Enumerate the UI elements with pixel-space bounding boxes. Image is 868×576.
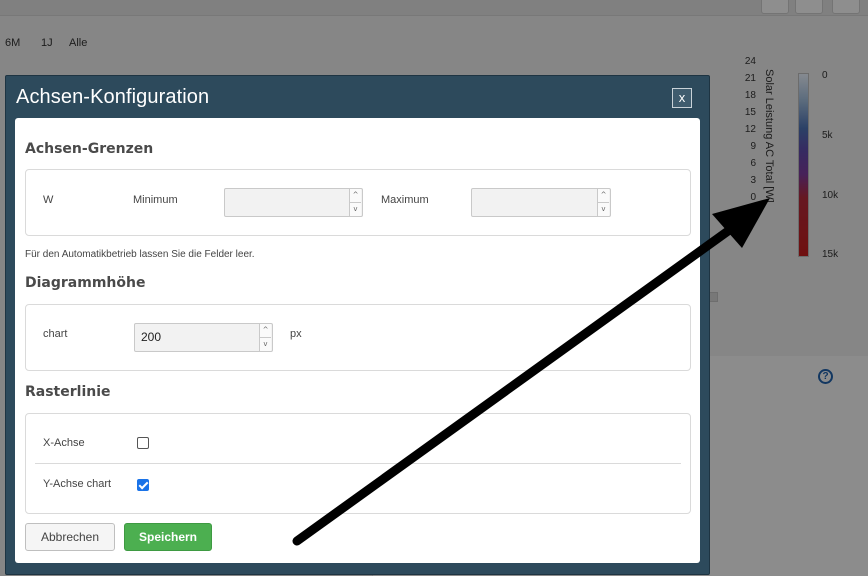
row-divider xyxy=(35,463,681,464)
auto-mode-hint: Für den Automatikbetrieb lassen Sie die … xyxy=(25,249,255,260)
x-axis-label: X-Achse xyxy=(43,437,85,449)
chart-height-stepper[interactable]: ^ v xyxy=(259,324,271,351)
gridlines-heading: Rasterlinie xyxy=(25,384,111,400)
y-axis-chart-label: Y-Achse chart xyxy=(43,478,112,490)
dialog-title: Achsen-Konfiguration xyxy=(16,86,210,108)
maximum-stepper[interactable]: ^ v xyxy=(597,189,609,216)
maximum-label: Maximum xyxy=(381,194,429,206)
minimum-label: Minimum xyxy=(133,194,178,206)
minimum-stepper[interactable]: ^ v xyxy=(349,189,361,216)
axis-config-dialog: Achsen-Konfiguration x Achsen-Grenzen W … xyxy=(5,75,710,575)
limits-heading: Achsen-Grenzen xyxy=(25,141,154,157)
chevron-up-icon[interactable]: ^ xyxy=(598,189,609,202)
limits-box: W Minimum ^ v Maximum ^ v xyxy=(25,169,691,236)
chevron-up-icon[interactable]: ^ xyxy=(260,324,271,337)
close-button[interactable]: x xyxy=(672,88,692,108)
x-axis-gridline-checkbox[interactable] xyxy=(137,437,149,449)
chevron-up-icon[interactable]: ^ xyxy=(350,189,361,202)
maximum-input[interactable] xyxy=(471,188,611,217)
chevron-down-icon[interactable]: v xyxy=(598,202,609,215)
y-axis-gridline-checkbox[interactable] xyxy=(137,479,149,491)
px-unit-label: px xyxy=(290,328,302,340)
height-heading: Diagrammhöhe xyxy=(25,275,146,291)
unit-label: W xyxy=(43,194,54,206)
height-box: chart 200 ^ v px xyxy=(25,304,691,371)
chart-height-label: chart xyxy=(43,328,68,340)
minimum-input[interactable] xyxy=(224,188,363,217)
gridlines-box: X-Achse Y-Achse chart xyxy=(25,413,691,514)
chevron-down-icon[interactable]: v xyxy=(260,337,271,350)
chart-height-input[interactable]: 200 xyxy=(134,323,273,352)
save-button[interactable]: Speichern xyxy=(124,523,212,551)
chevron-down-icon[interactable]: v xyxy=(350,202,361,215)
dialog-body: Achsen-Grenzen W Minimum ^ v Maximum ^ v… xyxy=(15,118,700,563)
cancel-button[interactable]: Abbrechen xyxy=(25,523,115,551)
